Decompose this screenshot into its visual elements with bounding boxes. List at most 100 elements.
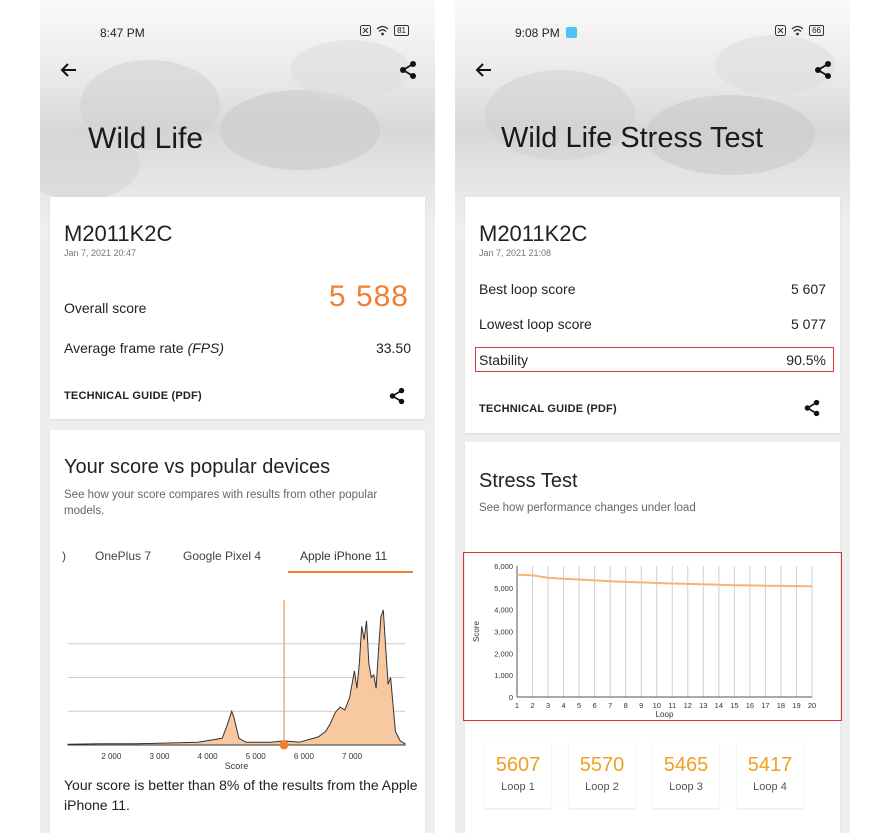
loop-score-strip[interactable]: 5607 Loop 1 5570 Loop 2 5465 Loop 3 5417… [475, 740, 850, 810]
app-notification-icon [565, 27, 577, 38]
x-tick-label: 4 [561, 701, 565, 710]
x-tick-label: 13 [699, 701, 707, 710]
x-tick-label: 6 000 [294, 752, 315, 761]
status-time: 9:08 PM [515, 26, 577, 40]
status-bar: 9:08 PM 66 [455, 0, 850, 50]
device-name: M2011K2C [479, 221, 588, 246]
share-guide-icon[interactable] [387, 386, 407, 406]
active-tab-indicator [288, 571, 413, 573]
loop-label: Loop 4 [753, 781, 787, 793]
x-tick-label: 16 [746, 701, 754, 710]
y-tick-label: 6,000 [494, 562, 513, 571]
lowest-loop-value: 5 077 [790, 316, 826, 332]
stability-value: 90.5% [786, 352, 826, 368]
x-tick-label: 4 000 [198, 752, 219, 761]
stress-test-subtitle: See how performance changes under load [479, 502, 696, 514]
share-icon[interactable] [812, 59, 834, 81]
loop-label: Loop 1 [501, 781, 535, 793]
best-loop-label: Best loop score [479, 281, 576, 297]
tab-oneplus-7[interactable]: OnePlus 7 [95, 549, 151, 563]
fps-value: 33.50 [375, 340, 411, 356]
phone-screen-stress-test: 9:08 PM 66 Wild Life Stress Test M2011K2… [455, 0, 850, 833]
page-title: Wild Life Stress Test [501, 122, 764, 154]
x-tick-label: 18 [777, 701, 785, 710]
stress-test-title: Stress Test [479, 470, 578, 492]
loop-score: 5607 [495, 754, 541, 776]
comparison-subtitle: See how your score compares with results… [64, 489, 378, 517]
lowest-loop-label: Lowest loop score [479, 316, 592, 332]
x-tick-label: 7 000 [342, 752, 363, 761]
overall-score-label: Overall score [64, 300, 147, 316]
y-axis-label: Score [472, 621, 481, 642]
x-axis-label: Score [225, 761, 249, 771]
share-icon[interactable] [397, 59, 419, 81]
back-arrow-icon[interactable] [58, 59, 80, 81]
battery-icon: 66 [809, 25, 824, 36]
status-icons: 81 [360, 25, 409, 36]
score-distribution-chart: 2 000 3 000 4 000 5 000 6 000 7 000 Score [67, 600, 406, 771]
x-tick-label: 3 [546, 701, 550, 710]
stress-test-chart: 1 2 3 4 5 6 7 8 9 10 11 12 13 14 15 16 17 18 19 2001,0002,0… [472, 562, 816, 719]
wifi-icon [376, 25, 389, 36]
loop-label: Loop 2 [585, 781, 619, 793]
status-time-text: 9:08 PM [515, 26, 560, 40]
stress-score-card: M2011K2C Jan 7, 2021 21:08 Best loop sco… [465, 197, 840, 433]
fps-unit: (FPS) [187, 340, 225, 356]
loop-card: 5417 Loop 4 [737, 740, 803, 808]
y-tick-label: 5,000 [494, 584, 513, 593]
result-date: Jan 7, 2021 20:47 [64, 248, 137, 258]
stability-label: Stability [479, 352, 529, 368]
status-bar: 8:47 PM 81 [40, 0, 435, 50]
sim-icon [360, 25, 372, 36]
loop-card: 5607 Loop 1 [485, 740, 551, 808]
fps-label-text: Average frame rate [64, 340, 188, 356]
technical-guide-link[interactable]: TECHNICAL GUIDE (PDF) [479, 403, 617, 415]
x-tick-label: 10 [653, 701, 661, 710]
loop-card: 5570 Loop 2 [569, 740, 635, 808]
y-tick-label: 4,000 [494, 606, 513, 615]
x-tick-label: 14 [715, 701, 723, 710]
back-arrow-icon[interactable] [473, 59, 495, 81]
x-tick-label: 2 [530, 701, 534, 710]
best-loop-value: 5 607 [790, 281, 826, 297]
loop-score: 5465 [663, 754, 709, 776]
phone-screen-wild-life: 8:47 PM 81 Wild Life M2011K2C Jan 7, 202… [40, 0, 435, 833]
score-card: M2011K2C Jan 7, 2021 20:47 Overall score… [50, 197, 425, 419]
x-tick-label: 5 000 [246, 752, 267, 761]
device-tabs: ) OnePlus 7 Google Pixel 4 Apple iPhone … [50, 545, 425, 575]
top-nav [40, 55, 435, 85]
battery-icon: 81 [394, 25, 409, 36]
x-tick-label: 1 [515, 701, 519, 710]
status-icons: 66 [775, 25, 824, 36]
x-tick-label: 15 [730, 701, 738, 710]
wifi-icon [791, 25, 804, 36]
result-summary: Your score is better than 8% of the resu… [64, 777, 418, 813]
fps-label: Average frame rate (FPS) [64, 340, 224, 356]
x-tick-label: 11 [668, 701, 676, 710]
y-tick-label: 0 [509, 693, 513, 702]
x-tick-label: 12 [684, 701, 692, 710]
technical-guide-link[interactable]: TECHNICAL GUIDE (PDF) [64, 390, 202, 402]
y-tick-label: 3,000 [494, 628, 513, 637]
share-guide-icon[interactable] [802, 398, 822, 418]
comparison-title: Your score vs popular devices [64, 456, 331, 478]
x-tick-label: 6 [593, 701, 597, 710]
tab-google-pixel-4[interactable]: Google Pixel 4 [183, 549, 261, 563]
y-tick-label: 2,000 [494, 649, 513, 658]
x-tick-label: 7 [608, 701, 612, 710]
screenshot-canvas: 8:47 PM 81 Wild Life M2011K2C Jan 7, 202… [0, 0, 870, 833]
loop-score: 5570 [579, 754, 625, 776]
comparison-card: Your score vs popular devices See how yo… [50, 430, 425, 833]
x-tick-label: 9 [639, 701, 643, 710]
loop-score: 5417 [747, 754, 793, 776]
page-title: Wild Life [88, 122, 204, 155]
x-tick-label: 8 [624, 701, 628, 710]
sim-icon [775, 25, 787, 36]
tab-apple-iphone-11[interactable]: Apple iPhone 11 [300, 549, 387, 563]
status-time: 8:47 PM [100, 26, 145, 40]
score-line [516, 573, 813, 588]
result-date: Jan 7, 2021 21:08 [479, 248, 552, 258]
stability-highlight [475, 347, 834, 372]
tab-previous-device[interactable]: ) [62, 549, 66, 563]
x-axis-label: Loop [656, 710, 674, 719]
